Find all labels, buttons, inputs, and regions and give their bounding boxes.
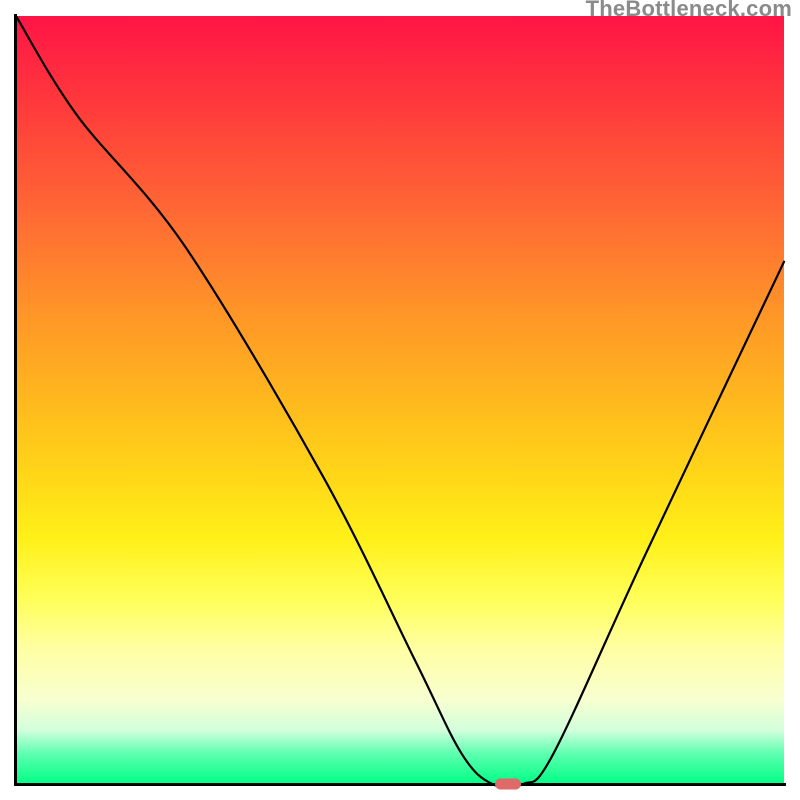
- watermark-text: TheBottleneck.com: [586, 0, 792, 22]
- bottleneck-chart: TheBottleneck.com: [0, 0, 800, 800]
- gradient-plot-area: [16, 16, 784, 784]
- y-axis: [14, 14, 17, 786]
- optimal-marker: [495, 779, 521, 790]
- x-axis: [14, 783, 786, 786]
